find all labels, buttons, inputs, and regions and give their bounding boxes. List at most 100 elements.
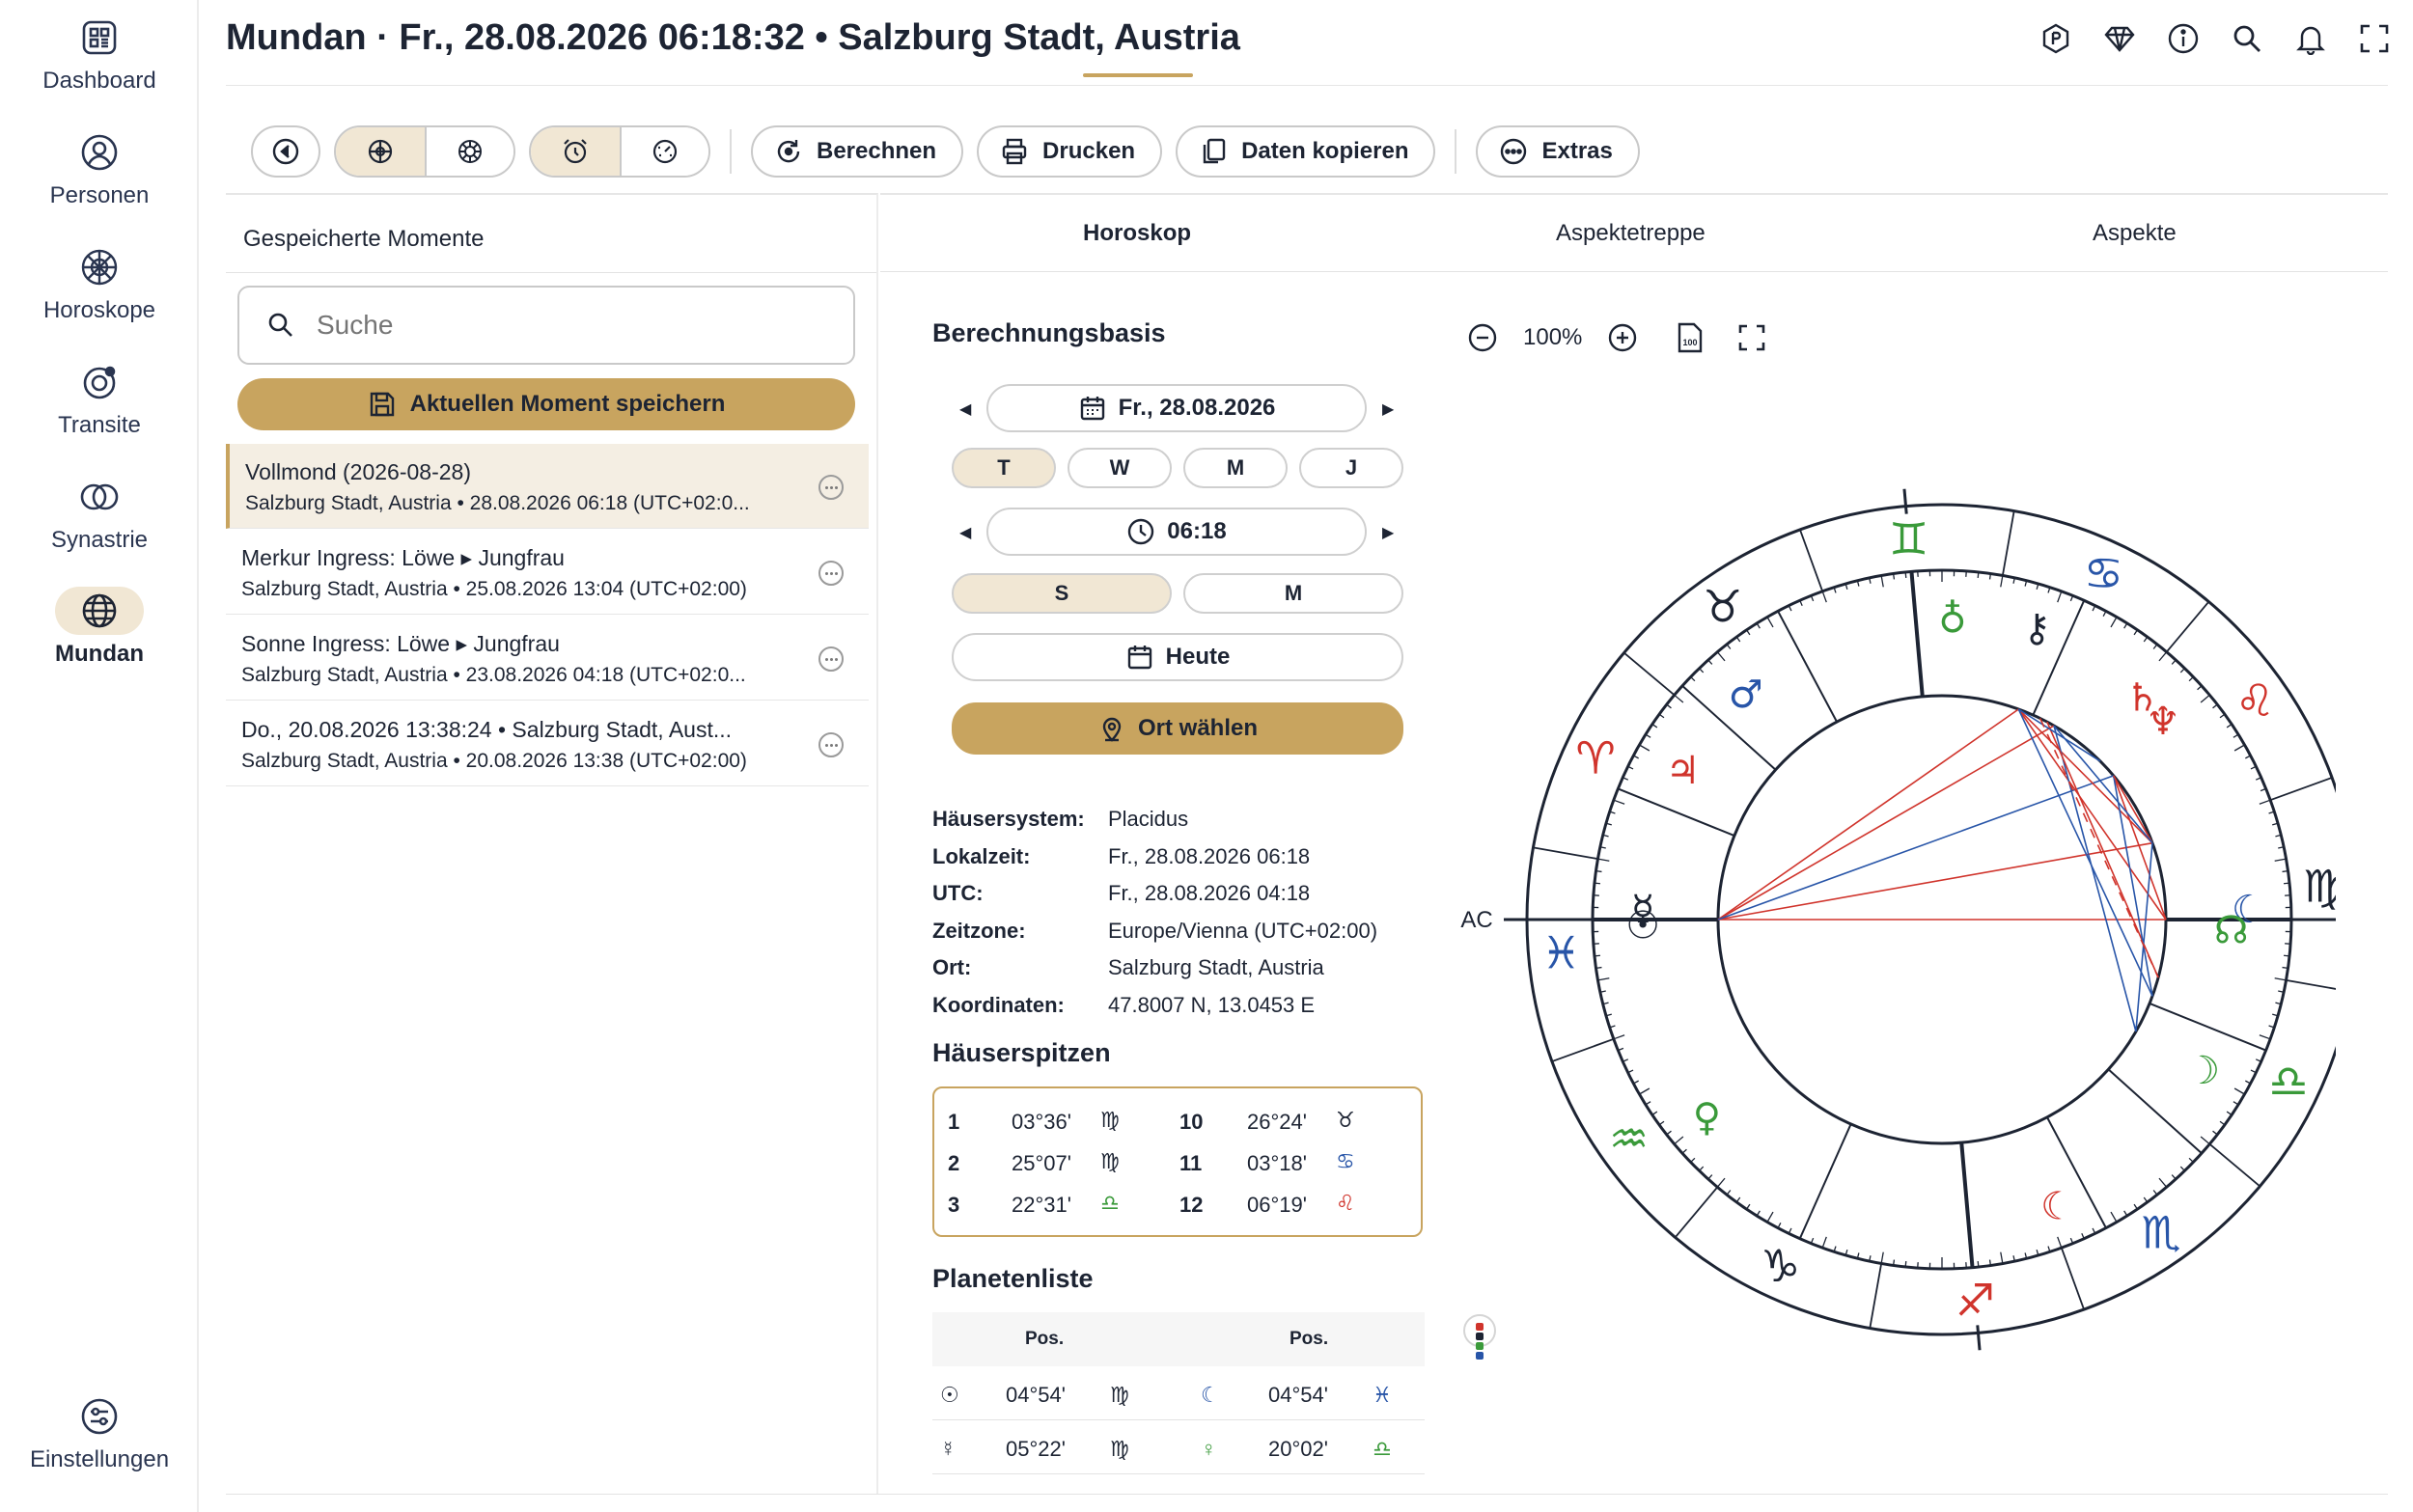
tab-horoskop[interactable]: Horoskop — [1083, 220, 1191, 247]
zodiac-sign-icon: ♉ — [1703, 581, 1742, 633]
more-options-icon[interactable] — [818, 475, 844, 500]
saved-moments-panel: Gespeicherte Momente Aktuellen Moment sp… — [226, 193, 878, 1494]
bell-icon[interactable] — [2293, 21, 2328, 56]
degree-tick — [1681, 1148, 1687, 1154]
moment-item[interactable]: Merkur Ingress: Löwe ▸ Jungfrau Salzburg… — [226, 530, 869, 615]
planet-glyph-icon: ☾ — [1201, 1383, 1220, 1407]
house-number: 3 — [948, 1193, 960, 1217]
sidebar-item-dashboard[interactable]: Dashboard — [0, 14, 199, 95]
house-number: 10 — [1179, 1110, 1204, 1134]
fullscreen-icon[interactable] — [2357, 21, 2392, 56]
degree-tick — [2226, 1111, 2233, 1115]
sign-divider — [1674, 1186, 1719, 1238]
diamond-icon[interactable] — [2102, 21, 2137, 56]
extras-label: Extras — [1541, 138, 1613, 164]
zoom-in-icon[interactable] — [1603, 318, 1642, 357]
floppy-disk-icon — [370, 392, 394, 417]
moment-item[interactable]: Sonne Ingress: Löwe ▸ Jungfrau Salzburg … — [226, 616, 869, 701]
dial-toggle[interactable] — [425, 127, 513, 176]
search-icon — [268, 313, 292, 337]
degree-tick — [2057, 1236, 2063, 1249]
time-field[interactable]: 06:18 — [986, 508, 1367, 556]
chart-type-toggle — [334, 125, 515, 178]
degree-tick — [1726, 644, 1732, 649]
search-icon[interactable] — [2230, 21, 2264, 56]
planet-glyph-icon: ♃ — [1666, 749, 1701, 793]
moment-item[interactable]: Do., 20.08.2026 13:38:24 • Salzburg Stad… — [226, 701, 869, 786]
choose-location-button[interactable]: Ort wählen — [952, 702, 1403, 755]
zoom-level: 100% — [1523, 324, 1583, 350]
pos-column-header: Pos. — [1025, 1329, 1065, 1349]
date-unit-week[interactable]: W — [1068, 448, 1172, 488]
color-palette-icon[interactable] — [1463, 1314, 1496, 1360]
sidebar-item-mundan[interactable]: Mundan — [0, 587, 199, 668]
more-options-icon[interactable] — [818, 561, 844, 586]
degree-tick — [2219, 1120, 2226, 1126]
calculate-button[interactable]: Berechnen — [751, 125, 964, 178]
search-input[interactable] — [317, 310, 818, 341]
moment-subtitle: Salzburg Stadt, Austria • 23.08.2026 04:… — [241, 664, 746, 686]
degree-tick — [1716, 651, 1726, 662]
date-next-icon[interactable]: ▶ — [1382, 399, 1394, 419]
gauge-toggle[interactable] — [620, 127, 708, 176]
zodiac-sign-icon: ♍ — [1110, 1437, 1129, 1461]
sidebar-item-personen[interactable]: Personen — [0, 128, 199, 209]
badge-icon[interactable] — [2039, 21, 2073, 56]
tab-aspektetreppe[interactable]: Aspektetreppe — [1556, 220, 1706, 247]
date-field[interactable]: Fr., 28.08.2026 — [986, 384, 1367, 432]
imum-coeli-axis — [1976, 1325, 1982, 1351]
date-unit-month[interactable]: M — [1183, 448, 1288, 488]
reset-zoom-icon[interactable]: 100 — [1671, 318, 1709, 357]
degree-tick — [2152, 1190, 2158, 1196]
house-degree: 25°07' — [1012, 1151, 1071, 1175]
date-value: Fr., 28.08.2026 — [1118, 395, 1276, 421]
tab-aspekte[interactable]: Aspekte — [2093, 220, 2177, 247]
moment-title: Sonne Ingress: Löwe ▸ Jungfrau — [241, 631, 560, 656]
moment-subtitle: Salzburg Stadt, Austria • 25.08.2026 13:… — [241, 578, 747, 600]
sidebar-item-horoskope[interactable]: Horoskope — [0, 243, 199, 324]
degree-tick — [2158, 1177, 2168, 1188]
info-icon[interactable] — [2166, 21, 2201, 56]
time-prev-icon[interactable]: ◀ — [959, 523, 971, 542]
calendar-icon — [1127, 646, 1151, 670]
house-cusp-line — [1617, 787, 1735, 838]
zoom-out-icon[interactable] — [1463, 318, 1502, 357]
extras-button[interactable]: Extras — [1476, 125, 1640, 178]
house-cusp-line — [2149, 1002, 2267, 1052]
back-button[interactable] — [251, 125, 320, 178]
zodiac-sign-icon: ♑ — [1761, 1240, 1800, 1292]
degree-tick — [1699, 668, 1705, 674]
time-next-icon[interactable]: ▶ — [1382, 523, 1394, 542]
copy-data-button[interactable]: Daten kopieren — [1176, 125, 1436, 178]
sidebar-item-synastrie[interactable]: Synastrie — [0, 473, 199, 554]
sidebar-item-label: Horoskope — [42, 297, 156, 323]
house-cusp-line — [1959, 1141, 1975, 1268]
degree-tick — [1595, 966, 1602, 970]
radix-toggle[interactable] — [336, 127, 425, 176]
sign-divider — [2269, 777, 2333, 802]
chart-fullscreen-icon[interactable] — [1733, 318, 1771, 357]
chart-tools: 100% 100 — [1463, 318, 1771, 357]
moment-item[interactable]: Vollmond (2026-08-28) Salzburg Stadt, Au… — [226, 444, 869, 529]
more-options-icon[interactable] — [818, 732, 844, 757]
today-button[interactable]: Heute — [952, 633, 1403, 681]
zodiac-sign-icon: ♓ — [1541, 927, 1581, 979]
date-unit-year[interactable]: J — [1299, 448, 1403, 488]
print-label: Drucken — [1042, 138, 1136, 164]
sidebar: Dashboard Personen Horoskope Transite Sy… — [0, 0, 199, 1512]
date-prev-icon[interactable]: ◀ — [959, 399, 971, 419]
time-mode-toggle — [529, 125, 710, 178]
degree-tick — [2197, 685, 2203, 691]
date-unit-day[interactable]: T — [952, 448, 1056, 488]
print-button[interactable]: Drucken — [977, 125, 1163, 178]
alarm-toggle[interactable] — [531, 127, 620, 176]
more-options-icon[interactable] — [818, 646, 844, 672]
time-unit-minute[interactable]: M — [1183, 573, 1403, 614]
degree-tick — [2000, 575, 2004, 588]
save-moment-button[interactable]: Aktuellen Moment speichern — [237, 378, 855, 430]
time-unit-hour[interactable]: S — [952, 573, 1172, 614]
sidebar-item-label: Dashboard — [42, 68, 156, 94]
sidebar-item-einstellungen[interactable]: Einstellungen — [0, 1392, 199, 1473]
sidebar-item-transite[interactable]: Transite — [0, 358, 199, 439]
header-actions — [2039, 21, 2392, 56]
